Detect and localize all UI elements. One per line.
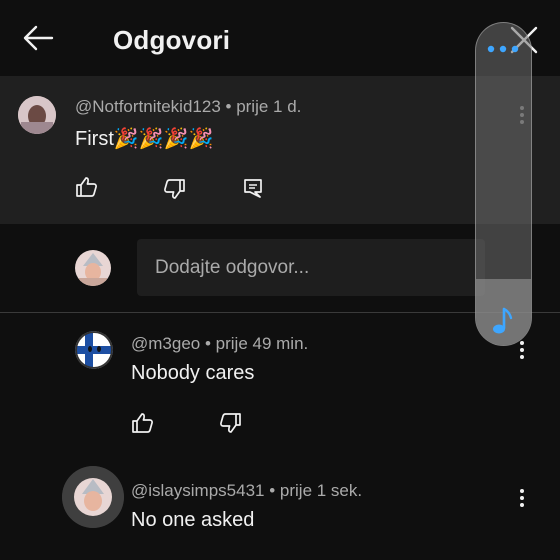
avatar[interactable] [75,331,113,369]
comment-time: • prije 1 sek. [269,481,363,500]
avatar-image [75,331,113,369]
dislike-icon[interactable] [218,411,242,435]
more-options-icon[interactable] [516,339,528,363]
comment-author[interactable]: @islaysimps5431 [131,481,264,500]
avatar-image [18,96,56,134]
comment-text: Nobody cares [131,362,255,384]
back-arrow-icon[interactable] [22,24,54,52]
user-avatar [75,250,111,286]
comment-text: First🎉🎉🎉🎉 [75,128,214,150]
comment-author[interactable]: @Notfortnitekid123 [75,97,221,116]
more-dots-icon[interactable] [485,44,521,54]
comment-meta: @Notfortnitekid123 • prije 1 d. [75,97,301,117]
comment-text: No one asked [131,509,255,531]
page-title: Odgovori [113,25,231,55]
comment-time: • prije 49 min. [204,334,309,353]
dislike-icon[interactable] [162,177,186,201]
comment-author[interactable]: @m3geo [131,334,200,353]
reply-icon[interactable] [242,177,264,199]
like-icon[interactable] [75,175,99,199]
like-icon[interactable] [131,411,155,435]
avatar-image [62,466,124,528]
more-options-icon[interactable] [516,487,528,511]
comment-time: • prije 1 d. [225,97,302,116]
comment-meta: @islaysimps5431 • prije 1 sek. [131,481,362,501]
avatar[interactable] [62,466,124,528]
comment-meta: @m3geo • prije 49 min. [131,334,308,354]
floating-overlay-panel[interactable] [475,22,532,346]
music-note-icon[interactable] [489,306,515,336]
avatar[interactable] [18,96,56,134]
avatar-image [75,250,111,286]
reply-input[interactable]: Dodajte odgovor... [137,239,485,296]
